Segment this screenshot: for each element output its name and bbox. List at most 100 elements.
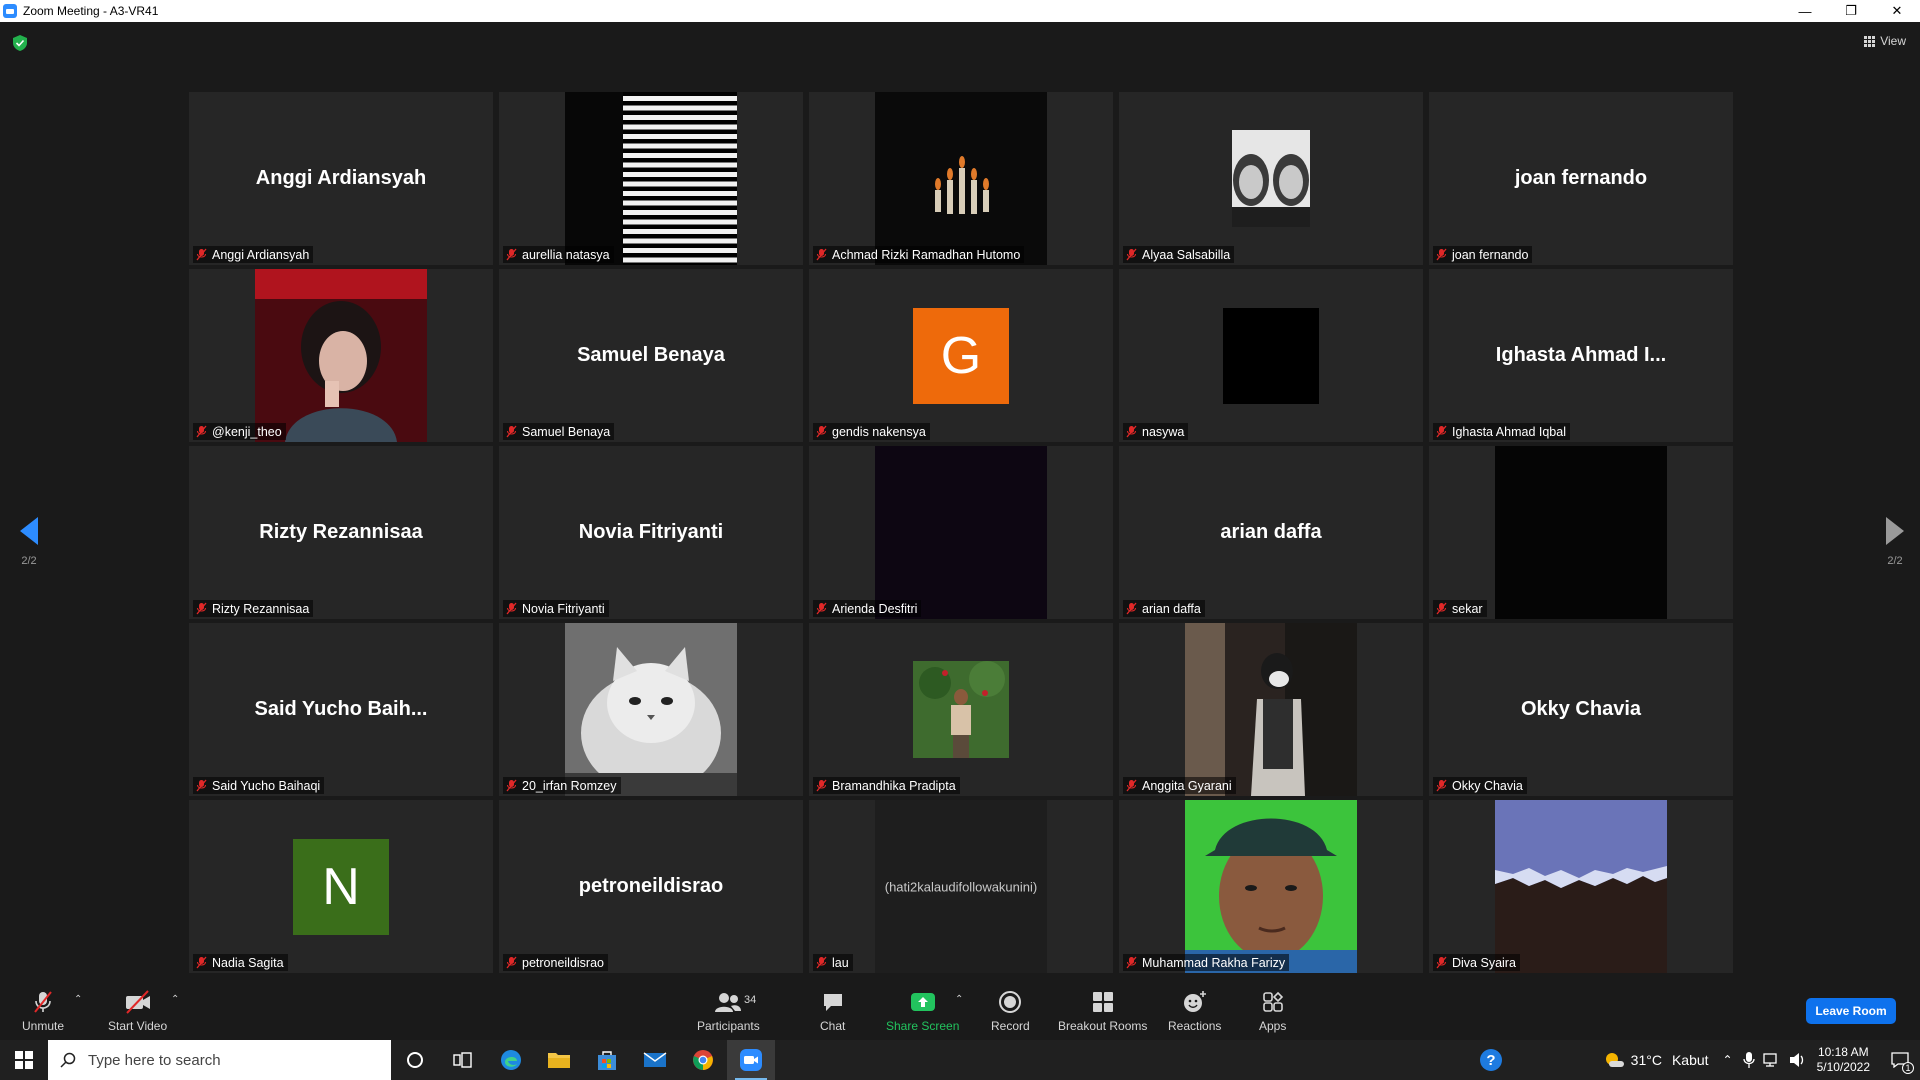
muted-mic-icon: [1126, 425, 1137, 438]
participant-tile[interactable]: N Nadia Sagita: [189, 800, 493, 973]
participant-tile[interactable]: Okky Chavia Okky Chavia: [1429, 623, 1733, 796]
participant-tile[interactable]: Samuel Benaya Samuel Benaya: [499, 269, 803, 442]
muted-mic-icon: [1436, 248, 1447, 261]
start-button[interactable]: [0, 1040, 48, 1080]
zoom-icon: [740, 1049, 762, 1071]
view-button[interactable]: View: [1864, 34, 1906, 48]
reactions-button[interactable]: Reactions: [1168, 990, 1221, 1033]
participant-tile[interactable]: Arienda Desfitri: [809, 446, 1113, 619]
participant-tile[interactable]: joan fernando joan fernando: [1429, 92, 1733, 265]
store-taskbar[interactable]: [583, 1040, 631, 1080]
help-icon[interactable]: ?: [1480, 1049, 1502, 1071]
participant-name-label: Said Yucho Baihaqi: [193, 777, 325, 794]
next-page-button[interactable]: 2/2: [1880, 517, 1910, 587]
breakout-rooms-button[interactable]: Breakout Rooms: [1058, 990, 1147, 1033]
file-explorer-taskbar[interactable]: [535, 1040, 583, 1080]
system-clock[interactable]: 10:18 AM 5/10/2022: [1817, 1045, 1870, 1075]
start-video-button[interactable]: Start Video: [108, 990, 167, 1033]
notification-center-button[interactable]: 1: [1880, 1040, 1920, 1080]
participant-name: Rizty Rezannisaa: [212, 601, 310, 616]
video-options-caret-icon[interactable]: ⌃: [171, 994, 179, 1005]
chrome-taskbar[interactable]: [679, 1040, 727, 1080]
participant-name-label: Ighasta Ahmad Iqbal: [1433, 423, 1570, 440]
mail-taskbar[interactable]: [631, 1040, 679, 1080]
encryption-shield-icon[interactable]: [13, 35, 27, 51]
participant-tile[interactable]: 20_irfan Romzey: [499, 623, 803, 796]
participant-name-label: Samuel Benaya: [503, 423, 615, 440]
apps-icon: [1262, 991, 1283, 1012]
window-titlebar: Zoom Meeting - A3-VR41 — ❐ ✕: [0, 0, 1920, 22]
participant-display-name: Said Yucho Baih...: [254, 698, 428, 720]
black-profile-picture: [1223, 307, 1319, 404]
restore-button[interactable]: ❐: [1828, 0, 1874, 22]
participant-tile[interactable]: sekar: [1429, 446, 1733, 619]
participant-tile[interactable]: Muhammad Rakha Farizy: [1119, 800, 1423, 973]
window-title: Zoom Meeting - A3-VR41: [23, 4, 159, 18]
muted-mic-icon: [1126, 779, 1137, 792]
participant-name: Nadia Sagita: [212, 955, 284, 970]
participant-tile[interactable]: Rizty Rezannisaa Rizty Rezannisaa: [189, 446, 493, 619]
participant-tile[interactable]: nasywa: [1119, 269, 1423, 442]
page-indicator-left: 2/2: [21, 555, 37, 567]
task-view-button[interactable]: [439, 1040, 487, 1080]
participants-icon: [715, 993, 742, 1012]
participant-tile[interactable]: Anggita Gyarani: [1119, 623, 1423, 796]
share-screen-label: Share Screen: [886, 1019, 960, 1033]
text-video: (hati2kalaudifollowakunini): [875, 800, 1047, 973]
taskbar-search-box[interactable]: Type here to search: [48, 1040, 391, 1080]
participant-display-name: petroneildisrao: [578, 875, 724, 897]
participant-tile[interactable]: petroneildisrao petroneildisrao: [499, 800, 803, 973]
participant-display-name: arian daffa: [1220, 521, 1322, 543]
participant-tile[interactable]: Bramandhika Pradipta: [809, 623, 1113, 796]
edge-browser-taskbar[interactable]: [487, 1040, 535, 1080]
microphone-tray-icon[interactable]: [1742, 1051, 1755, 1069]
muted-mic-icon: [196, 602, 207, 615]
show-hidden-icons-chevron-icon[interactable]: ⌃: [1723, 1053, 1733, 1067]
weather-widget[interactable]: 31°C Kabut: [1603, 1051, 1709, 1069]
windows-logo-icon: [15, 1051, 33, 1069]
leave-room-button[interactable]: Leave Room: [1806, 998, 1896, 1024]
participant-tile[interactable]: aurellia natasya: [499, 92, 803, 265]
participant-tile[interactable]: Ggendis nakensya: [809, 269, 1113, 442]
person-selfie-video: [1185, 800, 1357, 973]
participant-tile[interactable]: arian daffa arian daffa: [1119, 446, 1423, 619]
participant-tile[interactable]: Anggi Ardiansyah Anggi Ardiansyah: [189, 92, 493, 265]
close-button[interactable]: ✕: [1874, 0, 1920, 22]
participant-name-label: Novia Fitriyanti: [503, 600, 609, 617]
participant-tile[interactable]: (hati2kalaudifollowakunini) lau: [809, 800, 1113, 973]
notification-count-badge: 1: [1902, 1062, 1914, 1074]
participant-display-name: Novia Fitriyanti: [578, 521, 724, 543]
participant-name: Anggita Gyarani: [1142, 778, 1232, 793]
participant-name-label: gendis nakensya: [813, 423, 930, 440]
network-icon[interactable]: [1762, 1052, 1781, 1068]
muted-mic-icon: [1436, 602, 1447, 615]
record-button[interactable]: Record: [991, 990, 1030, 1033]
share-screen-button[interactable]: Share Screen: [886, 990, 959, 1033]
unmute-button[interactable]: Unmute: [22, 990, 64, 1033]
participant-name-label: Anggi Ardiansyah: [193, 246, 314, 263]
windows-taskbar: Type here to search ? 31°C Kabut ⌃ 10:18…: [0, 1040, 1920, 1080]
previous-page-button[interactable]: 2/2: [14, 517, 44, 587]
participant-display-name: joan fernando: [1514, 167, 1648, 189]
audio-options-caret-icon[interactable]: ⌃: [74, 994, 82, 1005]
muted-mic-icon: [506, 425, 517, 438]
participant-tile[interactable]: Diva Syaira: [1429, 800, 1733, 973]
participant-tile[interactable]: Novia Fitriyanti Novia Fitriyanti: [499, 446, 803, 619]
participant-name-label: sekar: [1433, 600, 1487, 617]
zoom-taskbar[interactable]: [727, 1040, 775, 1080]
mirror-selfie-photo: [1185, 623, 1357, 796]
minimize-button[interactable]: —: [1782, 0, 1828, 22]
participant-tile[interactable]: Achmad Rizki Ramadhan Hutomo: [809, 92, 1113, 265]
apps-button[interactable]: Apps: [1259, 990, 1286, 1033]
participant-tile[interactable]: Alyaa Salsabilla: [1119, 92, 1423, 265]
volume-icon[interactable]: [1789, 1052, 1807, 1068]
cortana-button[interactable]: [391, 1040, 439, 1080]
participant-tile[interactable]: @kenji_theo: [189, 269, 493, 442]
participant-tile[interactable]: Said Yucho Baih... Said Yucho Baihaqi: [189, 623, 493, 796]
breakout-rooms-label: Breakout Rooms: [1058, 1019, 1148, 1033]
participant-tile[interactable]: Ighasta Ahmad I... Ighasta Ahmad Iqbal: [1429, 269, 1733, 442]
chat-button[interactable]: Chat: [820, 990, 845, 1033]
participant-grid: Anggi Ardiansyah Anggi Ardiansyah aurellia…: [189, 92, 1733, 974]
share-options-caret-icon[interactable]: ⌃: [955, 994, 963, 1005]
participant-name: joan fernando: [1452, 247, 1529, 262]
